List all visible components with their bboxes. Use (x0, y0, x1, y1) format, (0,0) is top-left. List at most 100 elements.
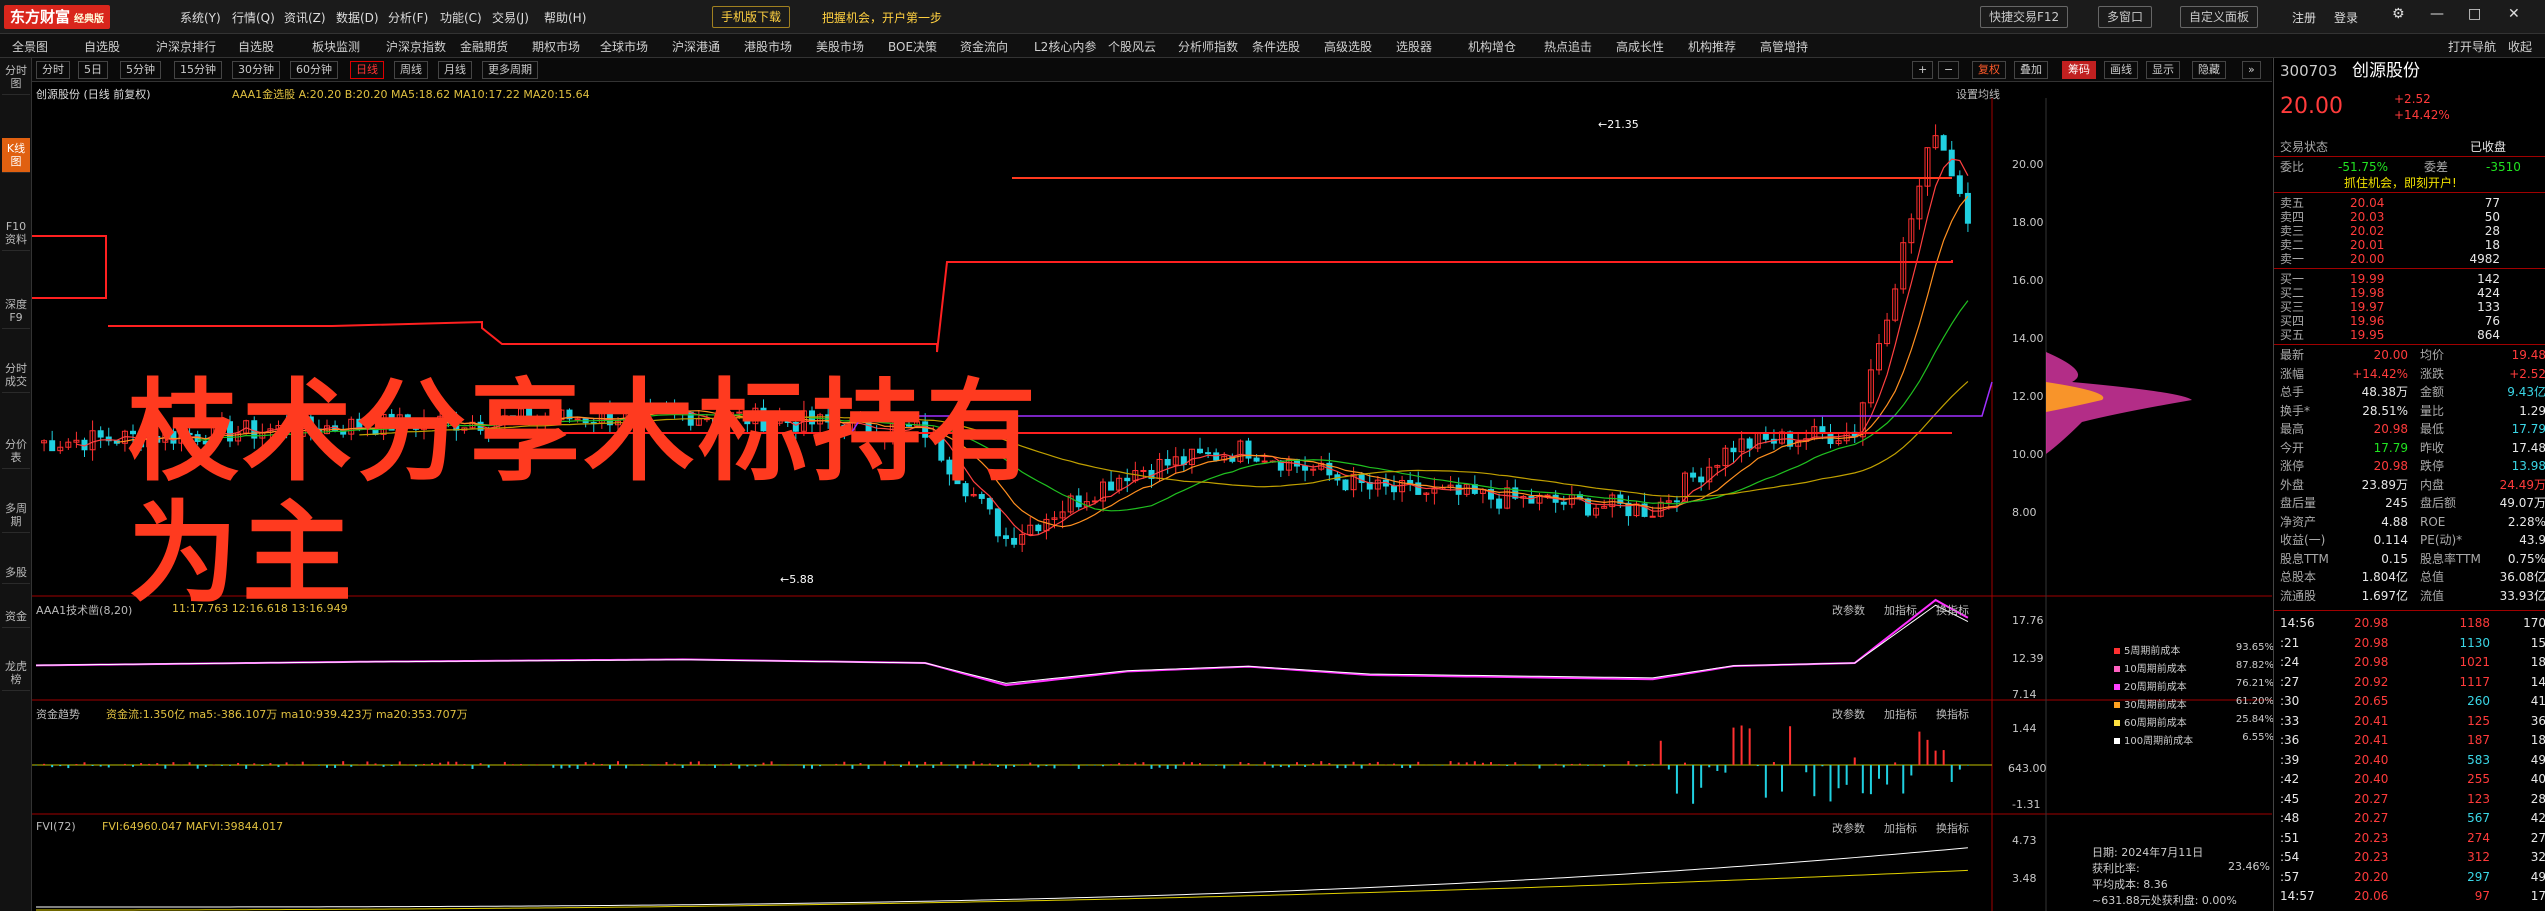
nav-item[interactable]: 全景图 (12, 38, 48, 55)
period-button[interactable]: 月线 (438, 61, 472, 79)
nav-item[interactable]: 板块监测 (312, 38, 360, 55)
sub2-add-indicator-button[interactable]: 加指标 (1884, 706, 1917, 722)
zoom-out-button[interactable]: − (1938, 61, 1960, 79)
nav-item[interactable]: 金融期货 (460, 38, 508, 55)
nav-item[interactable]: 资金流向 (960, 38, 1008, 55)
tab-capital[interactable]: 资金 (2, 606, 30, 628)
tab-f10[interactable]: F10资料 (2, 216, 30, 251)
multi-window-button[interactable]: 多窗口 (2098, 6, 2153, 28)
nav-item[interactable]: 沪深京排行 (156, 38, 216, 55)
nav-item[interactable]: 高管增持 (1760, 38, 1808, 55)
nav-item[interactable]: L2核心内参 (1034, 38, 1096, 55)
mobile-download-button[interactable]: 手机版下载 (712, 6, 791, 28)
hide-button[interactable]: 隐藏 (2192, 61, 2226, 79)
bid-row[interactable]: 买二 19.98 424 (2280, 286, 2545, 300)
menu-analysis[interactable]: 分析(F) (388, 9, 428, 26)
tab-multi-stock[interactable]: 多股 (2, 562, 30, 584)
tab-dragon-tiger[interactable]: 龙虎榜 (2, 656, 30, 691)
kline-chart-svg[interactable] (32, 82, 2272, 911)
maximize-icon[interactable]: □ (2468, 6, 2481, 22)
tab-intraday[interactable]: 分时图 (2, 60, 30, 95)
open-account-promo[interactable]: 抓住机会，即刻开户! (2344, 176, 2544, 190)
nav-item[interactable]: 个股风云 (1108, 38, 1156, 55)
menu-function[interactable]: 功能(C) (440, 9, 482, 26)
tick-row: :21 20.98 1130 15 (2280, 636, 2545, 650)
bid-row[interactable]: 买五 19.95 864 (2280, 328, 2545, 342)
menu-data[interactable]: 数据(D) (336, 9, 379, 26)
menu-trade[interactable]: 交易(J) (492, 9, 529, 26)
sub3-add-indicator-button[interactable]: 加指标 (1884, 820, 1917, 836)
nav-item[interactable]: 热点追击 (1544, 38, 1592, 55)
ask-row[interactable]: 卖三 20.02 28 (2280, 224, 2545, 238)
nav-item[interactable]: 期权市场 (532, 38, 580, 55)
period-button[interactable]: 周线 (394, 61, 428, 79)
sub2-switch-indicator-button[interactable]: 换指标 (1936, 706, 1969, 722)
sub1-params-button[interactable]: 改参数 (1832, 602, 1865, 618)
nav-item[interactable]: 全球市场 (600, 38, 648, 55)
period-button[interactable]: 5分钟 (120, 61, 161, 79)
tab-multi-period[interactable]: 多周期 (2, 498, 30, 533)
sub3-switch-indicator-button[interactable]: 换指标 (1936, 820, 1969, 836)
menu-system[interactable]: 系统(Y) (180, 9, 221, 26)
period-button-active[interactable]: 日线 (350, 61, 384, 79)
menu-quote[interactable]: 行情(Q) (232, 9, 275, 26)
ask-row[interactable]: 卖五 20.04 77 (2280, 196, 2545, 210)
nav-item[interactable]: 自选股 (84, 38, 120, 55)
collapse-button[interactable]: 收起 (2508, 38, 2532, 55)
quick-trade-button[interactable]: 快捷交易F12 (1980, 6, 2069, 28)
settings-icon[interactable]: ⚙ (2392, 6, 2405, 22)
period-button[interactable]: 30分钟 (232, 61, 280, 79)
display-button[interactable]: 显示 (2146, 61, 2180, 79)
period-button[interactable]: 60分钟 (290, 61, 338, 79)
period-button[interactable]: 15分钟 (174, 61, 222, 79)
draw-button[interactable]: 画线 (2104, 61, 2138, 79)
nav-item[interactable]: 高级选股 (1324, 38, 1372, 55)
nav-item[interactable]: 分析师指数 (1178, 38, 1238, 55)
settings-ma-button[interactable]: 设置均线 (1956, 86, 2000, 102)
register-link[interactable]: 注册 (2292, 9, 2316, 26)
bid-row[interactable]: 买四 19.96 76 (2280, 314, 2545, 328)
nav-item[interactable]: 机构推荐 (1688, 38, 1736, 55)
sub1-switch-indicator-button[interactable]: 换指标 (1936, 602, 1969, 618)
bid-row[interactable]: 买一 19.99 142 (2280, 272, 2545, 286)
more-periods-button[interactable]: 更多周期 (482, 61, 538, 79)
sub1-add-indicator-button[interactable]: 加指标 (1884, 602, 1917, 618)
nav-item[interactable]: 港股市场 (744, 38, 792, 55)
tab-intraday-trades[interactable]: 分时成交 (2, 358, 30, 393)
nav-item[interactable]: 条件选股 (1252, 38, 1300, 55)
nav-item[interactable]: 沪深港通 (672, 38, 720, 55)
minimize-icon[interactable]: — (2430, 6, 2444, 22)
nav-item[interactable]: 美股市场 (816, 38, 864, 55)
nav-item[interactable]: 机构增仓 (1468, 38, 1516, 55)
period-button[interactable]: 5日 (78, 61, 108, 79)
ask-row[interactable]: 卖二 20.01 18 (2280, 238, 2545, 252)
kline-chart-area[interactable]: 创源股份 (日线 前复权) AAA1金选股 A:20.20 B:20.20 MA… (32, 82, 2274, 911)
tab-price-table[interactable]: 分价表 (2, 434, 30, 469)
tab-kline[interactable]: K线图 (2, 138, 30, 173)
menu-help[interactable]: 帮助(H) (544, 9, 586, 26)
period-button[interactable]: 分时 (36, 61, 70, 79)
custom-panel-button[interactable]: 自定义面板 (2180, 6, 2259, 28)
close-icon[interactable]: ✕ (2508, 6, 2520, 22)
menu-news[interactable]: 资讯(Z) (284, 9, 326, 26)
nav-item[interactable]: 沪深京指数 (386, 38, 446, 55)
open-nav-button[interactable]: 打开导航 (2448, 38, 2496, 55)
login-link[interactable]: 登录 (2334, 9, 2358, 26)
nav-item[interactable]: 选股器 (1396, 38, 1432, 55)
sub3-params-button[interactable]: 改参数 (1832, 820, 1865, 836)
sub2-params-button[interactable]: 改参数 (1832, 706, 1865, 722)
ask-row[interactable]: 卖一 20.00 4982 (2280, 252, 2545, 266)
ask-row[interactable]: 卖四 20.03 50 (2280, 210, 2545, 224)
zoom-in-button[interactable]: + (1912, 61, 1934, 79)
tab-depth[interactable]: 深度F9 (2, 294, 30, 329)
promo-link[interactable]: 把握机会，开户第一步 (822, 9, 942, 26)
nav-item[interactable]: 自选股 (238, 38, 274, 55)
nav-item[interactable]: BOE决策 (888, 38, 937, 55)
bid-row[interactable]: 买三 19.97 133 (2280, 300, 2545, 314)
adjust-button[interactable]: 复权 (1972, 61, 2006, 79)
stat-label: 流值 (2420, 588, 2445, 603)
chips-button[interactable]: 筹码 (2062, 61, 2096, 79)
overlay-button[interactable]: 叠加 (2014, 61, 2048, 79)
expand-icon[interactable]: » (2242, 61, 2261, 79)
nav-item[interactable]: 高成长性 (1616, 38, 1664, 55)
